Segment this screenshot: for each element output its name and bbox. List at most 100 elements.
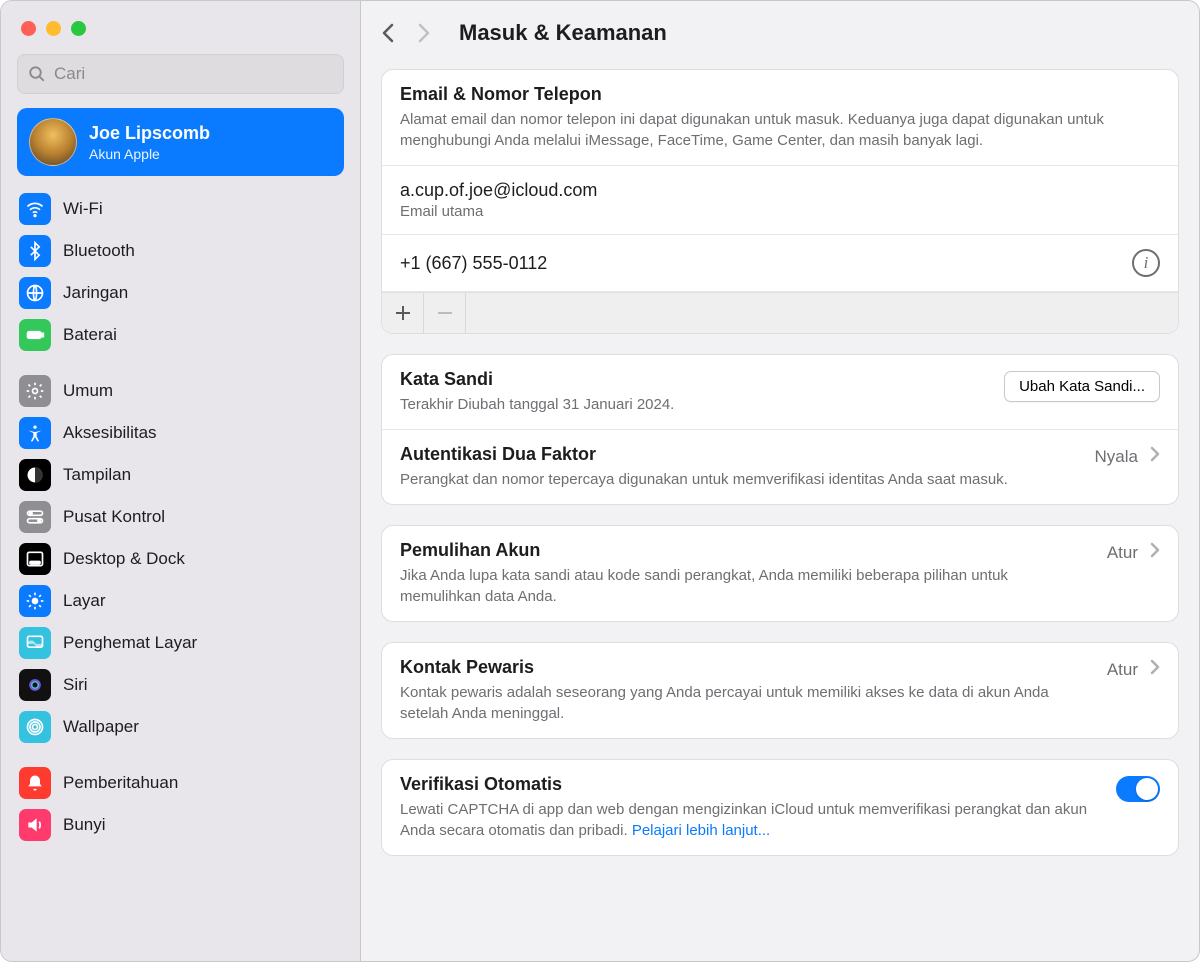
sidebar-item-label: Penghemat Layar <box>63 633 197 653</box>
auto-verify-toggle[interactable] <box>1116 776 1160 802</box>
toolbar: Masuk & Keamanan <box>361 1 1199 65</box>
remove-button[interactable] <box>424 293 466 333</box>
brightness-icon <box>19 585 51 617</box>
minimize-window-button[interactable] <box>46 21 61 36</box>
sidebar-item-brightness[interactable]: Layar <box>13 580 348 622</box>
sidebar-item-wifi[interactable]: Wi-Fi <box>13 188 348 230</box>
zoom-window-button[interactable] <box>71 21 86 36</box>
autoverify-desc: Lewati CAPTCHA di app dan web dengan men… <box>400 799 1100 841</box>
learn-more-link[interactable]: Pelajari lebih lanjut... <box>632 822 770 839</box>
sidebar-item-label: Desktop & Dock <box>63 549 185 569</box>
sidebar-item-label: Pemberitahuan <box>63 773 178 793</box>
close-window-button[interactable] <box>21 21 36 36</box>
sidebar-item-appearance[interactable]: Tampilan <box>13 454 348 496</box>
globe-icon <box>19 277 51 309</box>
screensaver-icon <box>19 627 51 659</box>
sidebar-item-bell[interactable]: Pemberitahuan <box>13 762 348 804</box>
recovery-title: Pemulihan Akun <box>400 540 1091 561</box>
legacy-contact-card[interactable]: Kontak Pewaris Kontak pewaris adalah ses… <box>381 642 1179 739</box>
window-controls <box>1 1 360 50</box>
sidebar-item-switches[interactable]: Pusat Kontrol <box>13 496 348 538</box>
account-name: Joe Lipscomb <box>89 123 210 144</box>
chevron-right-icon <box>1150 542 1160 563</box>
add-button[interactable] <box>382 293 424 333</box>
password-desc: Terakhir Diubah tanggal 31 Januari 2024. <box>400 394 988 415</box>
gear-icon <box>19 375 51 407</box>
sidebar-item-label: Jaringan <box>63 283 128 303</box>
change-password-button[interactable]: Ubah Kata Sandi... <box>1004 371 1160 402</box>
sidebar-item-accessibility[interactable]: Aksesibilitas <box>13 412 348 454</box>
sidebar-item-siri[interactable]: Siri <box>13 664 348 706</box>
auto-verify-card: Verifikasi Otomatis Lewati CAPTCHA di ap… <box>381 759 1179 856</box>
nav-back-button[interactable] <box>381 22 397 44</box>
sidebar-item-label: Wi-Fi <box>63 199 103 219</box>
twofa-row[interactable]: Autentikasi Dua Faktor Perangkat dan nom… <box>382 430 1178 504</box>
primary-email: a.cup.of.joe@icloud.com <box>400 180 1160 201</box>
chevron-right-icon <box>1150 659 1160 680</box>
content-area: Email & Nomor Telepon Alamat email dan n… <box>361 65 1199 961</box>
bluetooth-icon <box>19 235 51 267</box>
twofa-title: Autentikasi Dua Faktor <box>400 444 1079 465</box>
primary-email-sub: Email utama <box>400 203 1160 220</box>
email-row[interactable]: a.cup.of.joe@icloud.com Email utama <box>382 166 1178 235</box>
sidebar: Joe Lipscomb Akun Apple Wi-Fi Bluetooth Ja… <box>1 1 361 961</box>
search-input-container[interactable] <box>17 54 344 94</box>
accessibility-icon <box>19 417 51 449</box>
sidebar-item-label: Siri <box>63 675 88 695</box>
settings-window: Joe Lipscomb Akun Apple Wi-Fi Bluetooth Ja… <box>0 0 1200 962</box>
sidebar-account-row[interactable]: Joe Lipscomb Akun Apple <box>17 108 344 176</box>
bell-icon <box>19 767 51 799</box>
nav-forward-button[interactable] <box>415 22 431 44</box>
sidebar-list: Wi-Fi Bluetooth Jaringan Baterai Umum Aksesi… <box>1 188 360 860</box>
twofa-status: Nyala <box>1095 447 1138 467</box>
phone-number: +1 (667) 555-0112 <box>400 253 547 274</box>
battery-icon <box>19 319 51 351</box>
page-title: Masuk & Keamanan <box>459 20 667 46</box>
chevron-right-icon <box>1150 446 1160 467</box>
email-phone-card: Email & Nomor Telepon Alamat email dan n… <box>381 69 1179 334</box>
email-phone-footer <box>382 292 1178 333</box>
avatar <box>29 118 77 166</box>
legacy-status: Atur <box>1107 660 1138 680</box>
search-input[interactable] <box>54 64 333 84</box>
recovery-card[interactable]: Pemulihan Akun Jika Anda lupa kata sandi… <box>381 525 1179 622</box>
sidebar-item-label: Aksesibilitas <box>63 423 157 443</box>
recovery-status: Atur <box>1107 543 1138 563</box>
siri-icon <box>19 669 51 701</box>
sidebar-item-sound[interactable]: Bunyi <box>13 804 348 846</box>
sidebar-item-dock[interactable]: Desktop & Dock <box>13 538 348 580</box>
password-card: Kata Sandi Terakhir Diubah tanggal 31 Ja… <box>381 354 1179 505</box>
switches-icon <box>19 501 51 533</box>
twofa-desc: Perangkat dan nomor tepercaya digunakan … <box>400 469 1079 490</box>
email-phone-desc: Alamat email dan nomor telepon ini dapat… <box>400 109 1160 151</box>
wifi-icon <box>19 193 51 225</box>
sidebar-item-screensaver[interactable]: Penghemat Layar <box>13 622 348 664</box>
sidebar-item-gear[interactable]: Umum <box>13 370 348 412</box>
legacy-desc: Kontak pewaris adalah seseorang yang And… <box>400 682 1091 724</box>
phone-row[interactable]: +1 (667) 555-0112 i <box>382 235 1178 292</box>
email-phone-title: Email & Nomor Telepon <box>400 84 1160 105</box>
legacy-title: Kontak Pewaris <box>400 657 1091 678</box>
info-icon[interactable]: i <box>1132 249 1160 277</box>
autoverify-title: Verifikasi Otomatis <box>400 774 1100 795</box>
wallpaper-icon <box>19 711 51 743</box>
appearance-icon <box>19 459 51 491</box>
sidebar-item-label: Bunyi <box>63 815 106 835</box>
dock-icon <box>19 543 51 575</box>
sound-icon <box>19 809 51 841</box>
sidebar-item-battery[interactable]: Baterai <box>13 314 348 356</box>
sidebar-item-label: Tampilan <box>63 465 131 485</box>
main-panel: Masuk & Keamanan Email & Nomor Telepon A… <box>361 1 1199 961</box>
sidebar-item-label: Wallpaper <box>63 717 139 737</box>
sidebar-item-wallpaper[interactable]: Wallpaper <box>13 706 348 748</box>
sidebar-item-globe[interactable]: Jaringan <box>13 272 348 314</box>
sidebar-item-label: Layar <box>63 591 106 611</box>
search-icon <box>28 65 46 83</box>
sidebar-item-bluetooth[interactable]: Bluetooth <box>13 230 348 272</box>
sidebar-item-label: Umum <box>63 381 113 401</box>
password-title: Kata Sandi <box>400 369 988 390</box>
sidebar-item-label: Baterai <box>63 325 117 345</box>
account-sub: Akun Apple <box>89 146 210 162</box>
recovery-desc: Jika Anda lupa kata sandi atau kode sand… <box>400 565 1091 607</box>
sidebar-item-label: Pusat Kontrol <box>63 507 165 527</box>
